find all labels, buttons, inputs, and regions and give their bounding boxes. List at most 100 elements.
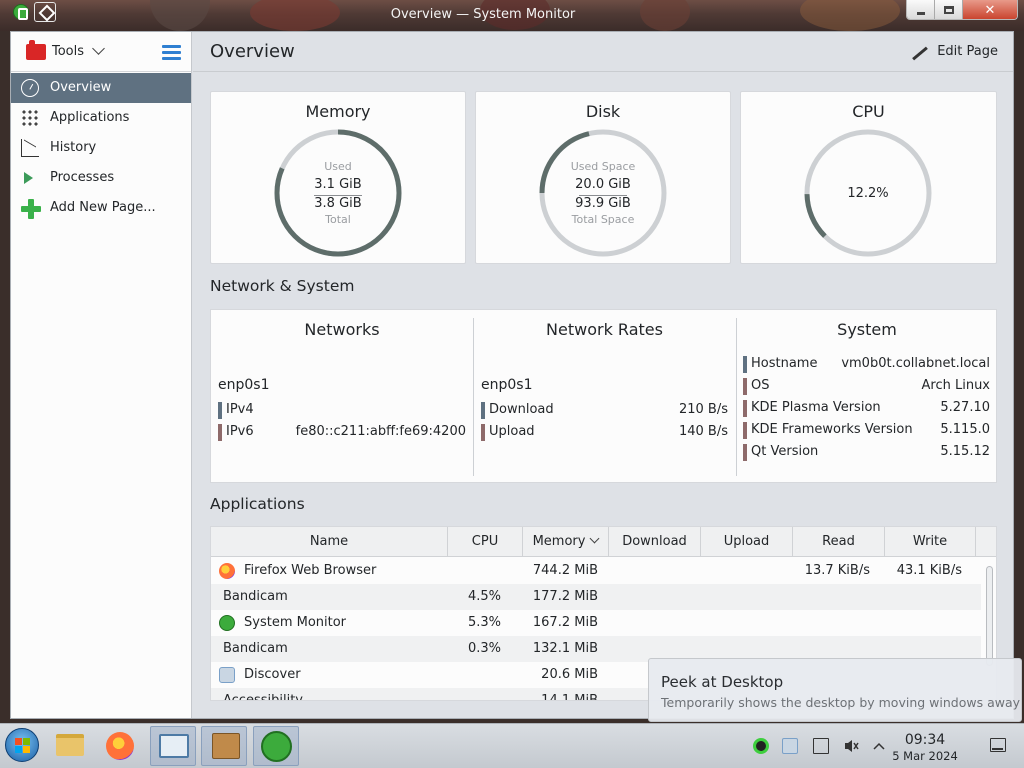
card-title: CPU <box>852 102 885 121</box>
table-row[interactable]: System Monitor 5.3% 167.2 MiB <box>211 610 981 636</box>
volume-muted-icon[interactable] <box>843 738 859 754</box>
row-value: vm0b0t.collabnet.local <box>841 356 990 371</box>
sidebar-item-label: Applications <box>50 110 130 125</box>
clock-time[interactable]: 09:34 <box>895 732 955 748</box>
clipboard-icon[interactable] <box>813 738 829 754</box>
taskbar-system-settings[interactable] <box>150 726 196 766</box>
column-header-memory[interactable]: Memory <box>523 527 609 557</box>
column-divider <box>473 318 474 476</box>
color-bar <box>218 424 222 441</box>
color-bar <box>481 424 485 441</box>
system-monitor-icon <box>219 615 235 631</box>
firefox-icon <box>106 732 134 760</box>
table-row[interactable]: Bandicam 4.5% 177.2 MiB <box>211 584 981 610</box>
window-title: Overview — System Monitor <box>390 7 576 22</box>
row-key: OS <box>751 378 770 393</box>
minimize-button[interactable] <box>907 0 935 19</box>
app-memory: 14.1 MiB <box>541 693 598 701</box>
tools-menu-label[interactable]: Tools <box>52 44 84 59</box>
row-value: 210 B/s <box>678 402 728 417</box>
app-write: 43.1 KiB/s <box>896 563 962 578</box>
rate-row-download: Download 210 B/s <box>481 401 728 420</box>
windows-logo-icon <box>15 746 22 753</box>
app-memory: 20.6 MiB <box>541 667 598 682</box>
column-header-name[interactable]: Name <box>211 527 448 557</box>
windows-logo-icon <box>23 746 30 753</box>
toolbox-icon[interactable] <box>26 40 46 60</box>
updates-icon[interactable] <box>782 738 798 754</box>
row-value: 5.15.12 <box>940 444 990 459</box>
taskbar-system-monitor[interactable] <box>253 726 299 766</box>
row-value: fe80::c211:abff:fe69:4200 <box>295 424 466 439</box>
app-name: System Monitor <box>244 615 347 630</box>
row-key: KDE Frameworks Version <box>751 422 913 437</box>
table-row[interactable]: Firefox Web Browser 744.2 MiB 13.7 KiB/s… <box>211 558 981 584</box>
used-space-label: Used Space <box>570 160 636 173</box>
disk-total-value: 93.9 GiB <box>575 196 631 211</box>
clock-date[interactable]: 5 Mar 2024 <box>888 749 962 763</box>
sidebar-item-add-page[interactable]: Add New Page... <box>11 193 191 223</box>
row-key: Upload <box>489 424 535 439</box>
sidebar-item-history[interactable]: History <box>11 133 191 163</box>
page-title: Overview <box>210 41 295 62</box>
color-bar <box>218 402 222 419</box>
monitor-icon <box>159 734 189 758</box>
start-menu-button[interactable] <box>5 728 39 762</box>
network-interface-name: enp0s1 <box>218 377 270 393</box>
column-header-read[interactable]: Read <box>793 527 885 557</box>
chevron-down-icon[interactable] <box>92 42 105 55</box>
hamburger-menu-icon[interactable] <box>162 45 181 60</box>
app-name: Bandicam <box>223 589 288 604</box>
maximize-button[interactable] <box>934 0 962 19</box>
tooltip-title: Peek at Desktop <box>661 673 784 691</box>
overview-icon <box>21 79 39 97</box>
applications-icon <box>21 109 39 127</box>
system-monitor-icon <box>261 731 292 762</box>
processes-icon <box>24 172 33 184</box>
taskbar-firefox[interactable] <box>98 726 144 766</box>
show-desktop-icon[interactable] <box>990 738 1006 752</box>
sidebar-header: Tools <box>11 32 191 72</box>
close-button[interactable]: ✕ <box>962 0 1017 19</box>
app-read: 13.7 KiB/s <box>804 563 870 578</box>
taskbar-file-manager[interactable] <box>47 726 93 766</box>
system-row-hostname: Hostname vm0b0t.collabnet.local <box>743 355 990 374</box>
page-header: Overview Edit Page <box>193 32 1013 72</box>
status-indicator-icon[interactable] <box>753 738 769 754</box>
sidebar-item-overview[interactable]: Overview <box>11 73 191 103</box>
sort-descending-icon <box>589 533 600 544</box>
app-memory: 167.2 MiB <box>532 615 598 630</box>
sidebar-item-applications[interactable]: Applications <box>11 103 191 133</box>
color-bar <box>743 422 747 439</box>
firefox-icon <box>219 563 235 579</box>
sidebar-item-label: Processes <box>50 170 115 185</box>
memory-total-value: 3.8 GiB <box>314 196 362 211</box>
edit-page-label: Edit Page <box>937 44 998 59</box>
column-divider <box>736 318 737 476</box>
row-key: IPv6 <box>226 424 254 439</box>
app-memory: 744.2 MiB <box>532 563 598 578</box>
app-name: Discover <box>244 667 301 682</box>
memory-card: Memory Used 3.1 GiB 3.8 GiB Total <box>210 91 466 264</box>
taskbar-discover[interactable] <box>201 726 247 766</box>
column-header-upload[interactable]: Upload <box>701 527 793 557</box>
column-header-write[interactable]: Write <box>885 527 976 557</box>
scrollbar-thumb[interactable] <box>986 566 993 666</box>
column-header-download[interactable]: Download <box>609 527 701 557</box>
row-key: KDE Plasma Version <box>751 400 881 415</box>
main-window: Tools Overview Applications History Proc… <box>10 31 1014 719</box>
chevron-up-icon[interactable] <box>871 738 887 754</box>
color-bar <box>743 378 747 395</box>
column-header-cpu[interactable]: CPU <box>448 527 523 557</box>
sidebar-item-label: Add New Page... <box>50 200 156 215</box>
window-controls: ✕ <box>906 0 1018 20</box>
sidebar-item-processes[interactable]: Processes <box>11 163 191 193</box>
maximize-icon <box>943 6 954 14</box>
page-content: Overview Edit Page Memory Used 3.1 GiB 3… <box>193 32 1013 718</box>
table-header: Name CPU Memory Download Upload Read Wri… <box>211 527 996 557</box>
edit-page-button[interactable]: Edit Page <box>911 44 998 61</box>
title-bar[interactable]: Overview — System Monitor ✕ <box>0 0 1024 31</box>
system-row-frameworks: KDE Frameworks Version 5.115.0 <box>743 421 990 440</box>
row-value: Arch Linux <box>921 378 991 393</box>
package-icon <box>212 733 240 759</box>
